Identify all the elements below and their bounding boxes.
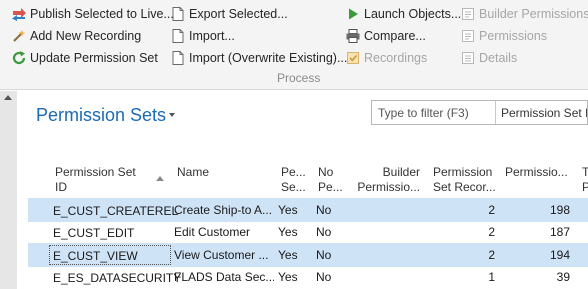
cell-set-records: 2 (488, 203, 495, 217)
publish-selected-button[interactable]: Publish Selected to Live... (11, 4, 174, 24)
details-icon (460, 50, 476, 66)
table-row[interactable]: E_CUST_EDIT Edit Customer Yes No 2 187 (28, 220, 588, 244)
compare-label: Compare... (364, 29, 426, 43)
publish-icon (11, 6, 27, 22)
ribbon: Publish Selected to Live... Add New Reco… (0, 0, 588, 90)
refresh-icon (11, 50, 27, 66)
printer-icon (345, 28, 361, 44)
cell-permission-set-id[interactable]: E_CUST_VIEW (49, 245, 171, 265)
cell-no-pe: No (316, 248, 332, 262)
cell-name: FLADS Data Sec... (174, 270, 274, 284)
update-permission-set-button[interactable]: Update Permission Set (11, 48, 158, 68)
import-icon (170, 28, 186, 44)
export-selected-button[interactable]: Export Selected... (170, 4, 288, 24)
cell-pe: Yes (278, 270, 298, 284)
cell-permissions: 187 (549, 225, 570, 239)
cell-set-records: 2 (488, 225, 495, 239)
cell-pe: Yes (278, 225, 298, 239)
permissions-label: Permissions (479, 29, 548, 43)
publish-selected-label: Publish Selected to Live... (30, 7, 174, 21)
table-row[interactable]: E_CUST_CREATEREL Create Ship-to A... Yes… (28, 198, 588, 222)
cell-no-pe: No (316, 270, 332, 284)
import-button[interactable]: Import... (170, 26, 235, 46)
compare-button[interactable]: Compare... (345, 26, 426, 46)
left-scrollbar[interactable] (0, 91, 17, 289)
import-overwrite-icon (170, 50, 186, 66)
builder-permissions-button[interactable]: Builder Permissions (460, 4, 588, 24)
play-icon (345, 6, 361, 22)
cell-no-pe: No (316, 203, 332, 217)
cell-pe: Yes (278, 203, 298, 217)
builder-icon (460, 6, 476, 22)
cell-permission-set-id[interactable]: E_ES_DATASECURITY (49, 267, 189, 287)
sort-ascending-icon (156, 176, 164, 181)
cell-pe: Yes (278, 248, 298, 262)
column-header-pe-se[interactable]: Pe... Se... (281, 165, 306, 195)
import-overwrite-label: Import (Overwrite Existing)... (189, 51, 348, 65)
column-header-truncated[interactable]: T P (582, 165, 588, 195)
table-row[interactable]: E_ES_DATASECURITY FLADS Data Sec... Yes … (28, 265, 588, 289)
update-permission-set-label: Update Permission Set (30, 51, 158, 65)
column-header-builder-permissions[interactable]: Builder Permissio... (352, 165, 420, 195)
launch-objects-button[interactable]: Launch Objects... (345, 4, 461, 24)
add-new-recording-label: Add New Recording (30, 29, 142, 43)
cell-permission-set-id[interactable]: E_CUST_EDIT (49, 222, 189, 242)
details-label: Details (479, 51, 518, 65)
cell-set-records: 1 (488, 270, 495, 284)
permissions-icon (460, 28, 476, 44)
recordings-button[interactable]: Recordings (345, 48, 427, 68)
import-label: Import... (189, 29, 235, 43)
recordings-icon (345, 50, 361, 66)
builder-permissions-label: Builder Permissions (479, 7, 588, 21)
cell-permissions: 39 (556, 270, 570, 284)
cell-name: View Customer ... (174, 248, 269, 262)
permissions-button[interactable]: Permissions (460, 26, 547, 46)
filter-field-selector[interactable]: Permission Set ID (496, 106, 587, 120)
add-recording-icon (11, 28, 27, 44)
cell-permission-set-id[interactable]: E_CUST_CREATEREL (49, 200, 189, 220)
cell-permissions: 194 (549, 248, 570, 262)
column-header-permissions[interactable]: Permissio... (505, 165, 568, 180)
recordings-label: Recordings (364, 51, 428, 65)
details-button[interactable]: Details (460, 48, 517, 68)
cell-permissions: 198 (549, 203, 570, 217)
filter-input[interactable] (372, 101, 496, 124)
cell-set-records: 2 (488, 248, 495, 262)
filter-box: Permission Set ID (371, 100, 588, 125)
column-header-no-pe[interactable]: No Pe... (318, 165, 343, 195)
import-overwrite-button[interactable]: Import (Overwrite Existing)... (170, 48, 347, 68)
table-row[interactable]: E_CUST_VIEW View Customer ... Yes No 2 1… (28, 243, 588, 267)
cell-name: Edit Customer (174, 225, 251, 239)
export-icon (170, 6, 186, 22)
cell-no-pe: No (316, 225, 332, 239)
ribbon-group-label: Process (277, 71, 321, 85)
page-title[interactable]: Permission Sets (36, 105, 166, 126)
column-header-permission-set-id[interactable]: Permission Set ID (55, 165, 136, 195)
add-new-recording-button[interactable]: Add New Recording (11, 26, 141, 46)
column-header-name[interactable]: Name (177, 165, 209, 180)
cell-name: Create Ship-to A... (174, 203, 273, 217)
chevron-down-icon[interactable] (169, 113, 175, 117)
launch-objects-label: Launch Objects... (364, 7, 462, 21)
column-header-permission-set-records[interactable]: Permission Set Recor... (433, 165, 496, 195)
export-selected-label: Export Selected... (189, 7, 288, 21)
scroll-up-icon[interactable] (4, 95, 12, 100)
